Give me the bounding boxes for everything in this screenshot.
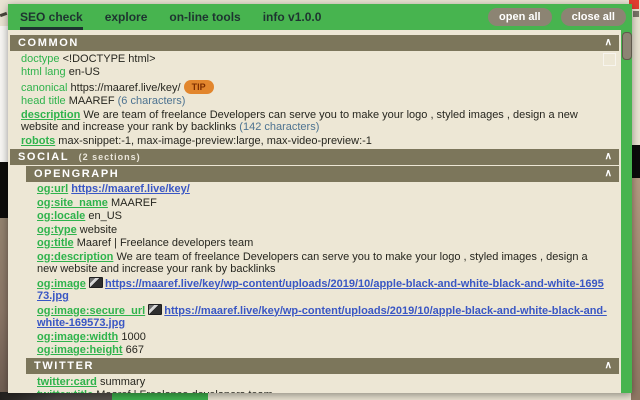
chevron-up-icon: ∧	[604, 37, 612, 48]
chevron-up-icon: ∧	[604, 150, 612, 162]
common-rows: doctype <!DOCTYPE html> html lang en-US ca…	[8, 52, 621, 148]
meta-key-link[interactable]: og:image	[37, 278, 86, 290]
menubar: SEO check explore on-line tools info v1.…	[8, 4, 632, 30]
tab-seo-check[interactable]: SEO check	[20, 4, 83, 30]
image-icon	[148, 303, 163, 315]
meta-key: html lang	[21, 66, 66, 78]
section-count: (2 sections)	[78, 151, 141, 162]
meta-value: website	[79, 223, 118, 236]
meta-row: og:image https://maaref.live/key/wp-cont…	[8, 276, 621, 303]
meta-value: en-US	[68, 66, 100, 78]
results-panel: COMMON ∧ doctype <!DOCTYPE html> html lan…	[8, 30, 621, 393]
character-count-note: (142 characters)	[236, 121, 320, 133]
meta-key-link[interactable]: twitter:card	[37, 376, 97, 388]
meta-key-link[interactable]: description	[21, 109, 80, 121]
background-text-fragment	[0, 11, 8, 18]
section-header-twitter[interactable]: TWITTER ∧	[26, 358, 619, 374]
character-count-note: (6 characters)	[114, 95, 186, 107]
meta-value: 1000	[121, 330, 146, 343]
subsection-rows: twitter:card summarytwitter:title Maaref…	[8, 375, 621, 394]
scrollbar-thumb[interactable]	[622, 32, 632, 60]
meta-value: 667	[125, 344, 144, 356]
tab-online-tools[interactable]: on-line tools	[169, 4, 240, 30]
subsection-rows: og:url https://maaref.live/key/og:site_n…	[8, 183, 621, 358]
meta-key: doctype	[21, 52, 60, 65]
meta-row: og:url https://maaref.live/key/	[8, 183, 621, 197]
background-text-fragment	[633, 11, 639, 17]
meta-value: Maaref | Freelance developers team	[76, 237, 254, 249]
close-all-button[interactable]: close all	[560, 8, 626, 26]
image-icon	[88, 276, 103, 288]
meta-key-link[interactable]: og:image:width	[37, 331, 118, 343]
meta-value-link[interactable]: https://maaref.live/key/wp-content/uploa…	[37, 278, 604, 303]
meta-value-link[interactable]: https://maaref.live/key/	[71, 183, 190, 195]
background-page-strip	[0, 392, 112, 400]
meta-value: en_US	[88, 210, 122, 222]
meta-value: max-snippet:-1, max-image-preview:large,…	[58, 134, 372, 147]
meta-value: Maaref | Freelance developers team	[96, 389, 273, 393]
tab-explore[interactable]: explore	[105, 4, 148, 30]
ghost-square-icon	[603, 53, 616, 66]
section-title: COMMON	[18, 37, 79, 49]
meta-key-link[interactable]: og:locale	[37, 210, 85, 222]
section-title: TWITTER	[34, 360, 95, 372]
social-subsections: OPENGRAPH ∧ og:url https://maaref.live/key…	[8, 165, 621, 394]
scrollbar-track[interactable]	[621, 30, 632, 393]
meta-row: og:image:width 1000	[8, 330, 621, 344]
meta-value: https://maaref.live/key/	[70, 81, 181, 94]
meta-row: og:description We are team of freelance …	[8, 250, 621, 276]
chevron-up-icon: ∧	[604, 360, 612, 371]
meta-row: twitter:card summary	[8, 375, 621, 389]
background-photo-strip	[631, 178, 640, 400]
meta-key-link[interactable]: twitter:title	[37, 389, 93, 393]
meta-row: doctype <!DOCTYPE html>	[8, 52, 621, 66]
meta-key-link[interactable]: robots	[21, 135, 55, 147]
open-all-button[interactable]: open all	[488, 8, 552, 26]
meta-key-link[interactable]: og:url	[37, 183, 68, 195]
meta-value: MAAREF	[68, 95, 115, 107]
section-header-social[interactable]: SOCIAL (2 sections) ∧	[10, 148, 619, 165]
meta-row: og:type website	[8, 223, 621, 237]
meta-key-link[interactable]: og:description	[37, 251, 113, 263]
section-header-common[interactable]: COMMON ∧	[10, 35, 619, 51]
meta-key: canonical	[21, 81, 68, 94]
background-page-strip	[631, 145, 640, 178]
meta-value: <!DOCTYPE html>	[62, 52, 156, 65]
meta-row: og:image:height 667	[8, 344, 621, 358]
meta-row: head title MAAREF (6 characters)	[8, 95, 621, 109]
meta-key: head title	[21, 95, 66, 107]
meta-row: og:site_name MAAREF	[8, 196, 621, 210]
meta-row: og:title Maaref | Freelance developers t…	[8, 237, 621, 251]
meta-row: canonical https://maaref.live/key/ TIP	[8, 79, 621, 95]
section-title: OPENGRAPH	[34, 167, 120, 180]
screen: SEO check explore on-line tools info v1.…	[0, 0, 640, 400]
meta-row: og:image:secure_url https://maaref.live/…	[8, 303, 621, 330]
meta-key-link[interactable]: og:image:height	[37, 344, 123, 356]
meta-value: We are team of freelance Developers can …	[37, 250, 588, 276]
meta-row: og:locale en_US	[8, 210, 621, 224]
section-header-opengraph[interactable]: OPENGRAPH ∧	[26, 165, 619, 182]
tab-info-version[interactable]: info v1.0.0	[263, 4, 322, 30]
chevron-up-icon: ∧	[604, 167, 612, 179]
meta-row: html lang en-US	[8, 66, 621, 80]
meta-value: summary	[99, 375, 146, 388]
section-title: SOCIAL	[18, 150, 69, 163]
meta-key-link[interactable]: og:site_name	[37, 197, 108, 209]
meta-value: MAAREF	[110, 196, 157, 209]
meta-row: description We are team of freelance Dev…	[8, 108, 621, 134]
meta-key-link[interactable]: og:type	[37, 224, 77, 236]
meta-key-link[interactable]: og:title	[37, 237, 74, 249]
background-page-strip	[112, 392, 208, 400]
meta-row: twitter:title Maaref | Freelance develop…	[8, 389, 621, 393]
seo-check-popup: SEO check explore on-line tools info v1.…	[8, 4, 632, 393]
meta-key-link[interactable]: og:image:secure_url	[37, 305, 145, 317]
tip-badge[interactable]: TIP	[183, 79, 214, 94]
meta-row: robots max-snippet:-1, max-image-preview…	[8, 134, 621, 148]
